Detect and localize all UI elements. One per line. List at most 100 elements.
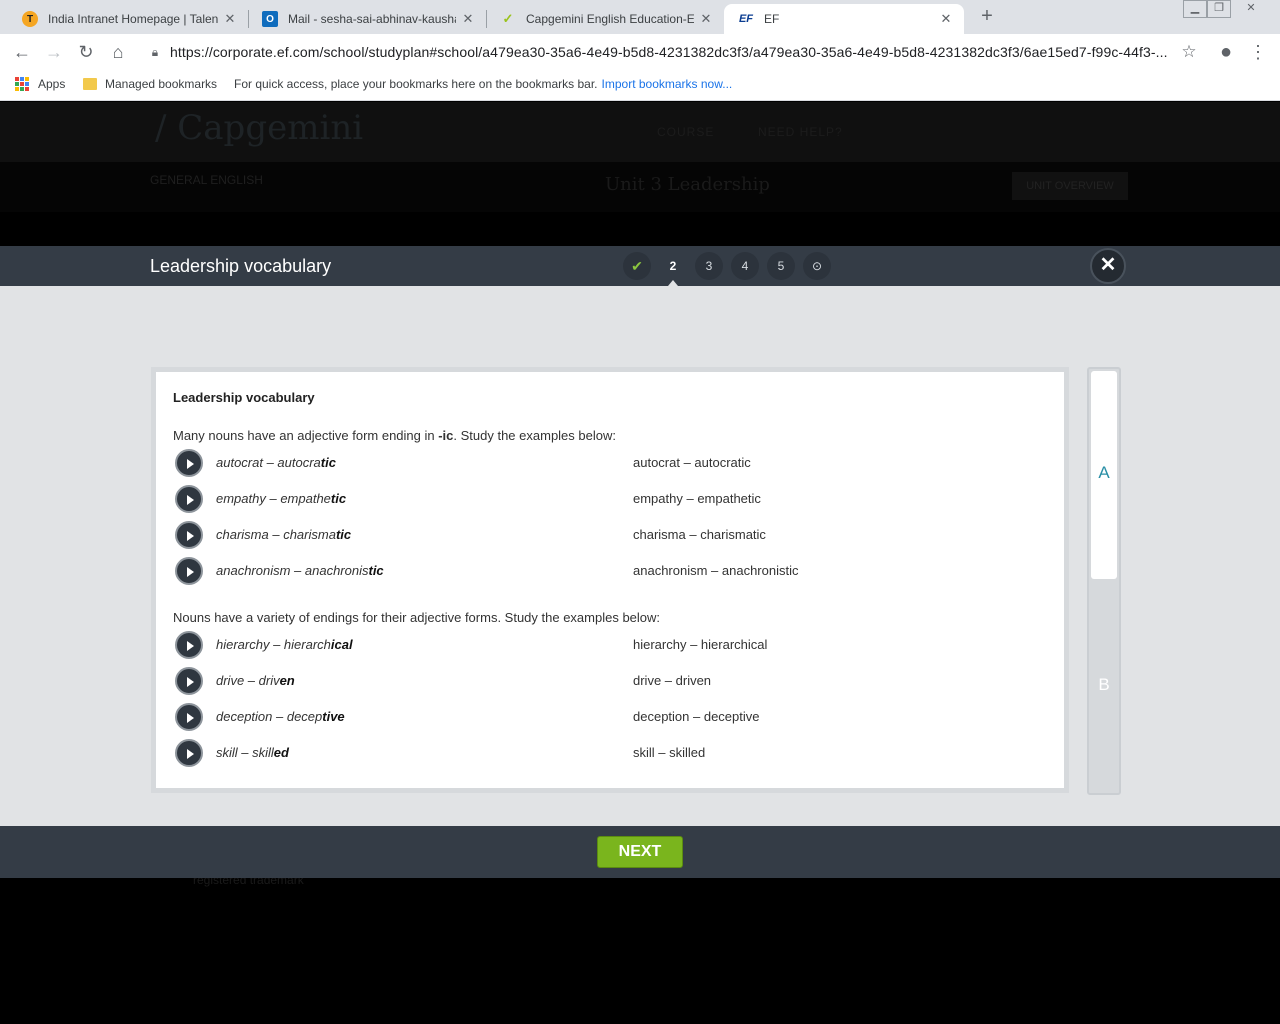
activity-header: Leadership vocabulary ✔ 2 3 4 5 ⊙ ✕ — [0, 246, 1280, 286]
nav-need-help: NEED HELP? — [758, 125, 843, 139]
browser-tab-strip: T India Intranet Homepage | Talent ✕ O M… — [0, 0, 1280, 34]
close-activity-button[interactable]: ✕ — [1090, 248, 1126, 284]
close-tab-icon[interactable]: ✕ — [938, 11, 954, 27]
browser-tab-active[interactable]: EF EF ✕ — [724, 4, 964, 34]
play-audio-button[interactable] — [175, 667, 203, 695]
vocab-row: autocrat – autocratic autocrat – autocra… — [173, 449, 1053, 481]
play-audio-button[interactable] — [175, 557, 203, 585]
reload-icon[interactable]: ↻ — [74, 40, 98, 64]
talent-icon: T — [22, 11, 38, 27]
word-ending: tic — [320, 455, 336, 470]
word-ending: tic — [330, 491, 347, 506]
word-pair-highlighted: skill – skilled — [216, 745, 289, 760]
word-base: anachronism – anachronis — [216, 563, 369, 578]
word-pair-highlighted: anachronism – anachronistic — [216, 563, 384, 578]
vocab-row: anachronism – anachronistic anachronism … — [173, 557, 1053, 589]
word-base: drive – driv — [216, 673, 280, 688]
apps-bookmark[interactable]: Apps — [15, 77, 65, 91]
activity-title: Leadership vocabulary — [150, 256, 332, 276]
vocab-row: deception – deceptive deception – decept… — [173, 703, 1053, 735]
bookmarks-hint: For quick access, place your bookmarks h… — [234, 77, 732, 91]
intro-ending: -ic — [438, 428, 454, 443]
word-base: hierarchy – hierarch — [216, 637, 331, 652]
word-pair: charisma – charismatic — [633, 527, 766, 542]
unit-overview-button: UNIT OVERVIEW — [1012, 172, 1128, 200]
bookmark-star-icon[interactable]: ☆ — [1174, 42, 1204, 62]
step-navigator: ✔ 2 3 4 5 ⊙ — [623, 252, 839, 286]
minimize-icon[interactable]: ▁ — [1183, 0, 1207, 18]
close-window-icon[interactable]: ✕ — [1231, 0, 1271, 18]
unit-title: Unit 3 Leadership — [605, 174, 770, 195]
play-audio-button[interactable] — [175, 485, 203, 513]
restore-icon[interactable]: ❐ — [1207, 0, 1231, 18]
word-pair: skill – skilled — [633, 745, 706, 760]
word-pair: drive – driven — [633, 673, 712, 688]
vocabulary-card: Leadership vocabulary Many nouns have an… — [151, 367, 1069, 793]
step-4[interactable]: 4 — [731, 252, 759, 280]
vocab-row: empathy – empathetic empathy – empatheti… — [173, 485, 1053, 517]
close-tab-icon[interactable]: ✕ — [222, 11, 238, 27]
word-pair-highlighted: charisma – charismatic — [216, 527, 351, 542]
import-bookmarks-link[interactable]: Import bookmarks now... — [602, 77, 733, 91]
vocab-row: charisma – charismatic charisma – charis… — [173, 521, 1053, 553]
close-tab-icon[interactable]: ✕ — [460, 11, 476, 27]
word-pair: autocrat – autocratic — [633, 455, 751, 470]
managed-bookmarks-label: Managed bookmarks — [105, 77, 218, 91]
word-base: empathy – empathe — [216, 491, 331, 506]
play-audio-button[interactable] — [175, 521, 203, 549]
capgemini-icon: ✓ — [502, 11, 514, 26]
new-tab-icon[interactable]: + — [976, 6, 998, 28]
menu-icon[interactable]: ⋮ — [1246, 40, 1270, 64]
tab-title: EF — [764, 12, 780, 26]
course-label: GENERAL ENGLISH — [150, 173, 263, 187]
browser-tab[interactable]: ✓ Capgemini English Education-EF ✕ — [486, 4, 724, 34]
word-base: charisma – charisma — [216, 527, 336, 542]
forward-icon[interactable]: → — [42, 40, 66, 64]
word-ending: tive — [322, 709, 345, 724]
close-tab-icon[interactable]: ✕ — [698, 11, 714, 27]
apps-grid-icon — [15, 77, 29, 91]
play-audio-button[interactable] — [175, 631, 203, 659]
play-audio-button[interactable] — [175, 449, 203, 477]
managed-bookmarks-folder[interactable]: Managed bookmarks — [83, 77, 217, 91]
folder-icon — [83, 78, 97, 90]
play-audio-button[interactable] — [175, 739, 203, 767]
step-5[interactable]: 5 — [767, 252, 795, 280]
url-text: https://corporate.ef.com/school/studypla… — [170, 44, 1168, 60]
word-ending: tic — [368, 563, 384, 578]
intro-text: Many nouns have an adjective form ending… — [173, 428, 439, 443]
word-ending: ed — [273, 745, 289, 760]
word-ending: ical — [330, 637, 353, 652]
page-tab-b[interactable]: B — [1091, 581, 1117, 789]
step-final-target-icon[interactable]: ⊙ — [803, 252, 831, 280]
word-pair-highlighted: hierarchy – hierarchical — [216, 637, 353, 652]
tab-title: India Intranet Homepage | Talent — [48, 12, 218, 26]
profile-icon[interactable]: ● — [1214, 40, 1238, 64]
ef-icon: EF — [738, 13, 754, 25]
address-bar[interactable]: 🔒︎ https://corporate.ef.com/school/study… — [140, 39, 1204, 65]
activity-body: Leadership vocabulary Many nouns have an… — [0, 286, 1280, 826]
intro-variety-endings: Nouns have a variety of endings for thei… — [173, 610, 661, 625]
browser-tab[interactable]: T India Intranet Homepage | Talent ✕ — [8, 4, 248, 34]
word-base: skill – skill — [216, 745, 274, 760]
card-title: Leadership vocabulary — [173, 390, 315, 405]
step-3[interactable]: 3 — [695, 252, 723, 280]
home-icon[interactable]: ⌂ — [106, 40, 130, 64]
browser-tab[interactable]: O Mail - sesha-sai-abhinav-kaushal ✕ — [248, 4, 486, 34]
page-tab-a[interactable]: A — [1091, 371, 1117, 579]
site-logo: / Capgemini — [155, 108, 364, 148]
step-2-current[interactable]: 2 — [659, 252, 687, 286]
word-base: deception – decep — [216, 709, 323, 724]
tab-title: Capgemini English Education-EF — [526, 12, 694, 26]
word-pair: empathy – empathetic — [633, 491, 761, 506]
outlook-icon: O — [262, 11, 278, 27]
vocab-row: drive – driven drive – driven — [173, 667, 1053, 699]
word-pair-highlighted: drive – driven — [216, 673, 295, 688]
apps-label: Apps — [38, 77, 66, 91]
step-1-completed[interactable]: ✔ — [623, 252, 651, 280]
back-icon[interactable]: ← — [10, 40, 34, 64]
site-header: / Capgemini COURSE NEED HELP? — [0, 102, 1280, 162]
next-button[interactable]: NEXT — [597, 836, 683, 868]
play-audio-button[interactable] — [175, 703, 203, 731]
nav-course: COURSE — [657, 125, 715, 139]
